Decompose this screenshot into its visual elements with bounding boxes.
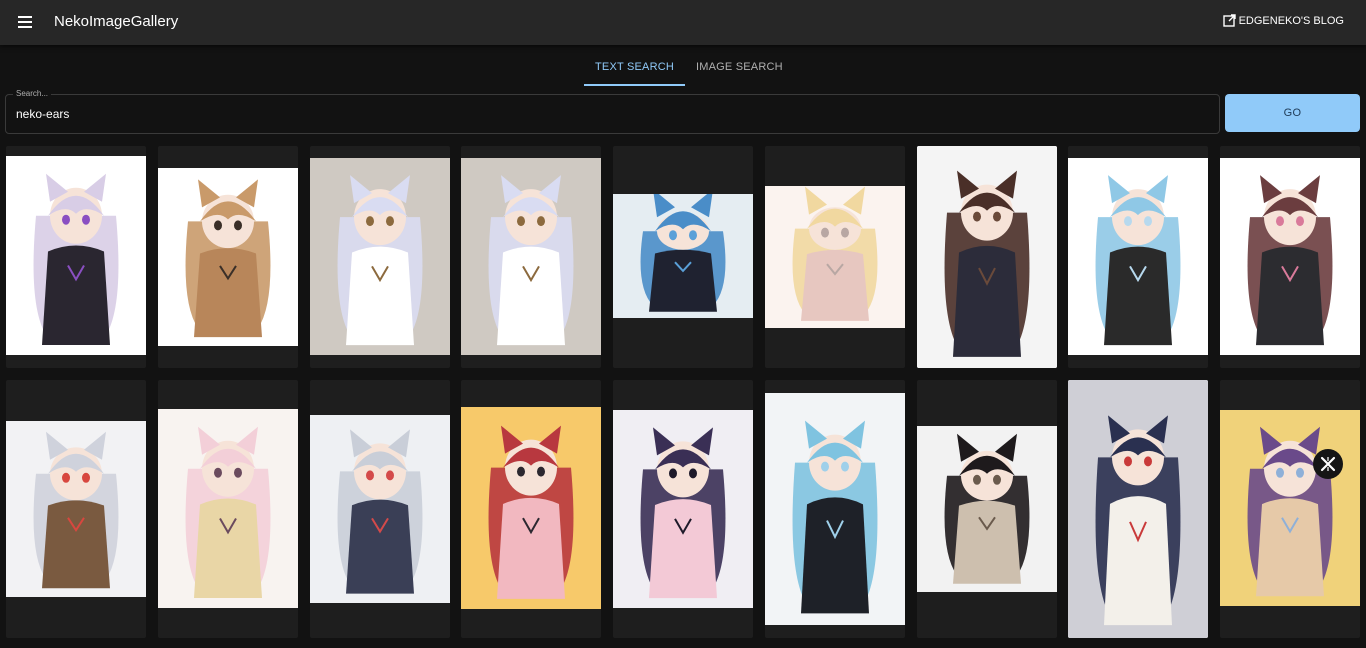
search-input[interactable] <box>16 105 1206 123</box>
gallery-image-13[interactable] <box>461 380 601 638</box>
search-tabs: TEXT SEARCH IMAGE SEARCH <box>584 50 794 86</box>
thumbnail-image <box>158 168 298 346</box>
gallery-image-5[interactable] <box>613 146 753 368</box>
gallery-image-17[interactable] <box>1068 380 1208 638</box>
thumbnail-image <box>765 186 905 328</box>
search-field[interactable]: Search... <box>5 89 1220 134</box>
tab-text-search[interactable]: TEXT SEARCH <box>584 50 686 86</box>
gallery-image-14[interactable] <box>613 380 753 638</box>
thumbnail-image <box>6 421 146 597</box>
gallery-image-2[interactable] <box>158 146 298 368</box>
blog-link[interactable]: EDGENEKO'S BLOG <box>1222 14 1344 27</box>
thumbnail-image <box>310 415 450 603</box>
blog-link-label: EDGENEKO'S BLOG <box>1238 14 1344 27</box>
thumbnail-image <box>461 407 601 609</box>
thumbnail-image <box>613 194 753 318</box>
search-label: Search... <box>13 89 52 98</box>
open-in-new-icon <box>1222 14 1236 27</box>
menu-icon[interactable] <box>18 15 32 29</box>
thumbnail-image <box>1220 410 1360 606</box>
thumbnail-image <box>917 146 1057 368</box>
thumbnail-image <box>765 393 905 625</box>
thumbnail-image <box>6 156 146 355</box>
gallery-image-6[interactable] <box>765 146 905 368</box>
gallery-image-11[interactable] <box>158 380 298 638</box>
tab-image-search[interactable]: IMAGE SEARCH <box>685 50 794 86</box>
thumbnail-image <box>1068 380 1208 638</box>
gallery-image-15[interactable] <box>765 380 905 638</box>
thumbnail-image <box>917 426 1057 592</box>
gallery-image-1[interactable] <box>6 146 146 368</box>
gallery-image-8[interactable] <box>1068 146 1208 368</box>
thumbnail-image <box>158 409 298 608</box>
thumbnail-image <box>1068 158 1208 355</box>
gallery-image-4[interactable] <box>461 146 601 368</box>
gallery-image-10[interactable] <box>6 380 146 638</box>
clear-results-button[interactable] <box>1313 449 1343 479</box>
gallery-image-7[interactable] <box>917 146 1057 368</box>
gallery-image-16[interactable] <box>917 380 1057 638</box>
thumbnail-image <box>1220 158 1360 355</box>
gallery-image-12[interactable] <box>310 380 450 638</box>
thumbnail-image <box>461 158 601 355</box>
gallery-image-3[interactable] <box>310 146 450 368</box>
thumbnail-image <box>310 158 450 355</box>
gallery-image-9[interactable] <box>1220 146 1360 368</box>
gallery-image-18[interactable] <box>1220 380 1360 638</box>
close-icon <box>1320 456 1336 472</box>
thumbnail-image <box>613 410 753 608</box>
app-title: NekoImageGallery <box>54 13 179 30</box>
go-button[interactable]: GO <box>1225 94 1360 132</box>
app-bar: NekoImageGallery EDGENEKO'S BLOG <box>0 0 1366 45</box>
